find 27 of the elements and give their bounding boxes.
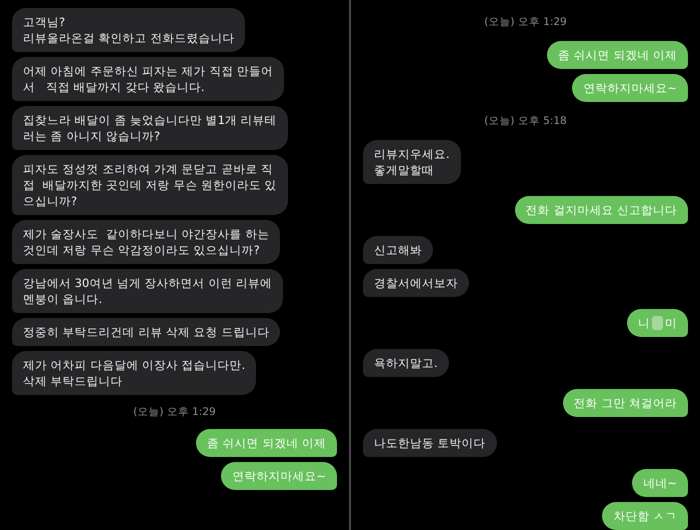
received-message-bubble: 제가 어차피 다음달에 이장사 접습니다만. 삭제 부탁드립니다: [12, 351, 256, 395]
blur-mark: [652, 316, 663, 330]
sent-message-bubble: 차단함 ㅅㄱ: [602, 502, 688, 530]
received-message-bubble: 제가 술장사도 같이하다보니 야간장사를 하는 것인데 저랑 무슨 악감정이라도 있으십니까?: [12, 220, 280, 264]
message-text: 미: [665, 315, 677, 331]
received-message-bubble: 고객님? 리뷰올라온걸 확인하고 전화드렸습니다: [12, 8, 246, 52]
sent-message-bubble: 네네~: [632, 469, 688, 497]
timestamp: (오늘) 오후 5:18: [484, 114, 567, 128]
sent-message-bubble: 전화 걸지마세요 신고합니다: [514, 196, 688, 224]
received-message-bubble: 리뷰지우세요. 좋게말할때: [363, 140, 461, 184]
received-message-bubble: 나도한남동 토박이다: [363, 429, 497, 457]
received-message-bubble: 강남에서 30여년 넘게 장사하면서 이런 리뷰에 멘붕이 옵니다.: [12, 269, 283, 313]
message-text: 니: [638, 315, 650, 331]
sent-message-bubble: 좀 쉬시면 되겠네 이제: [196, 429, 337, 457]
received-message-bubble: 집찾느라 배달이 좀 늦었습니다만 별1개 리뷰테 러는 좀 아니지 않습니까?: [12, 106, 288, 150]
received-message-bubble: 경찰서에서보자: [363, 269, 469, 297]
sent-message-bubble: 전화 그만 쳐걸어라: [562, 389, 688, 417]
sent-message-bubble: 연락하지마세요~: [572, 74, 688, 102]
received-message-bubble: 어제 아침에 주문하신 피자는 제가 직접 만들어 서 직접 배달까지 갖다 왔습니다.: [12, 57, 284, 101]
received-message-bubble: 정중히 부탁드리건데 리뷰 삭제 요청 드립니다: [12, 318, 280, 346]
received-message-bubble: 욕하지말고.: [363, 349, 449, 377]
received-message-bubble: 피자도 정성껏 조리하여 가계 문닫고 곧바로 직 접 배달까지한 곳인데 저랑 무슨 원한이라도 있 으십니까?: [12, 155, 288, 215]
timestamp: (오늘) 오후 1:29: [484, 15, 567, 29]
timestamp: (오늘) 오후 1:29: [133, 405, 216, 419]
received-message-bubble: 신고해봐: [363, 236, 433, 264]
sent-message-bubble: 연락하지마세요~: [221, 462, 337, 490]
sent-message-bubble: 좀 쉬시면 되겠네 이제: [547, 41, 688, 69]
